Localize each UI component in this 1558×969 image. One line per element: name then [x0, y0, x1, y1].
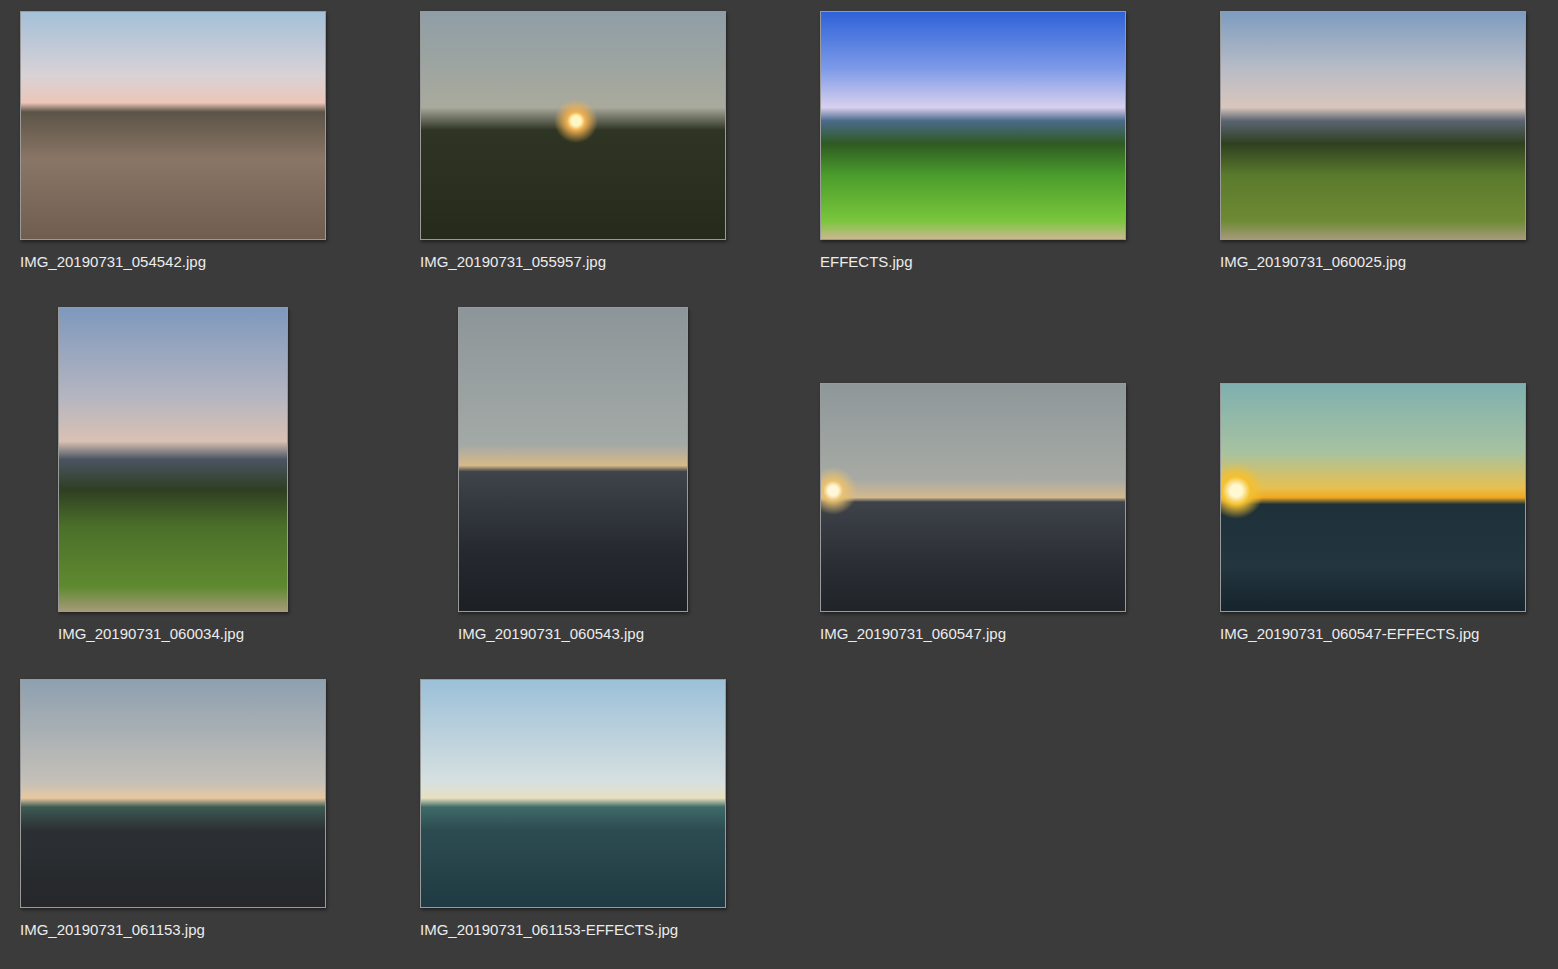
- file-item[interactable]: IMG_20190731_060543.jpg: [420, 307, 726, 644]
- photo-thumbnail[interactable]: [820, 383, 1126, 612]
- photo-thumbnail[interactable]: [820, 11, 1126, 240]
- file-name: EFFECTS.jpg: [820, 252, 913, 272]
- file-browser: IMG_20190731_054542.jpg IMG_20190731_0559…: [0, 0, 1558, 969]
- file-name: IMG_20190731_054542.jpg: [20, 252, 206, 272]
- file-item[interactable]: IMG_20190731_055957.jpg: [420, 11, 726, 272]
- file-name: IMG_20190731_060034.jpg: [58, 624, 244, 644]
- file-item[interactable]: IMG_20190731_060025.jpg: [1220, 11, 1526, 272]
- file-item[interactable]: IMG_20190731_060547-EFFECTS.jpg: [1220, 383, 1526, 644]
- photo-thumbnail[interactable]: [58, 307, 288, 612]
- file-item[interactable]: IMG_20190731_061153.jpg: [20, 679, 326, 940]
- file-name: IMG_20190731_061153.jpg: [20, 920, 205, 940]
- thumbnail-grid: IMG_20190731_054542.jpg IMG_20190731_0559…: [0, 0, 1558, 940]
- file-item[interactable]: IMG_20190731_060547.jpg: [820, 383, 1126, 644]
- file-name: IMG_20190731_061153-EFFECTS.jpg: [420, 920, 678, 940]
- photo-thumbnail[interactable]: [420, 679, 726, 908]
- file-name: IMG_20190731_060025.jpg: [1220, 252, 1406, 272]
- file-item[interactable]: IMG_20190731_054542.jpg: [20, 11, 326, 272]
- file-name: IMG_20190731_060547.jpg: [820, 624, 1006, 644]
- photo-thumbnail[interactable]: [458, 307, 688, 612]
- file-item[interactable]: EFFECTS.jpg: [820, 11, 1126, 272]
- file-name: IMG_20190731_060543.jpg: [458, 624, 644, 644]
- photo-thumbnail[interactable]: [1220, 383, 1526, 612]
- photo-thumbnail[interactable]: [20, 11, 326, 240]
- file-name: IMG_20190731_060547-EFFECTS.jpg: [1220, 624, 1479, 644]
- file-name: IMG_20190731_055957.jpg: [420, 252, 606, 272]
- photo-thumbnail[interactable]: [20, 679, 326, 908]
- photo-thumbnail[interactable]: [1220, 11, 1526, 240]
- file-item[interactable]: IMG_20190731_061153-EFFECTS.jpg: [420, 679, 726, 940]
- file-item[interactable]: IMG_20190731_060034.jpg: [20, 307, 326, 644]
- photo-thumbnail[interactable]: [420, 11, 726, 240]
